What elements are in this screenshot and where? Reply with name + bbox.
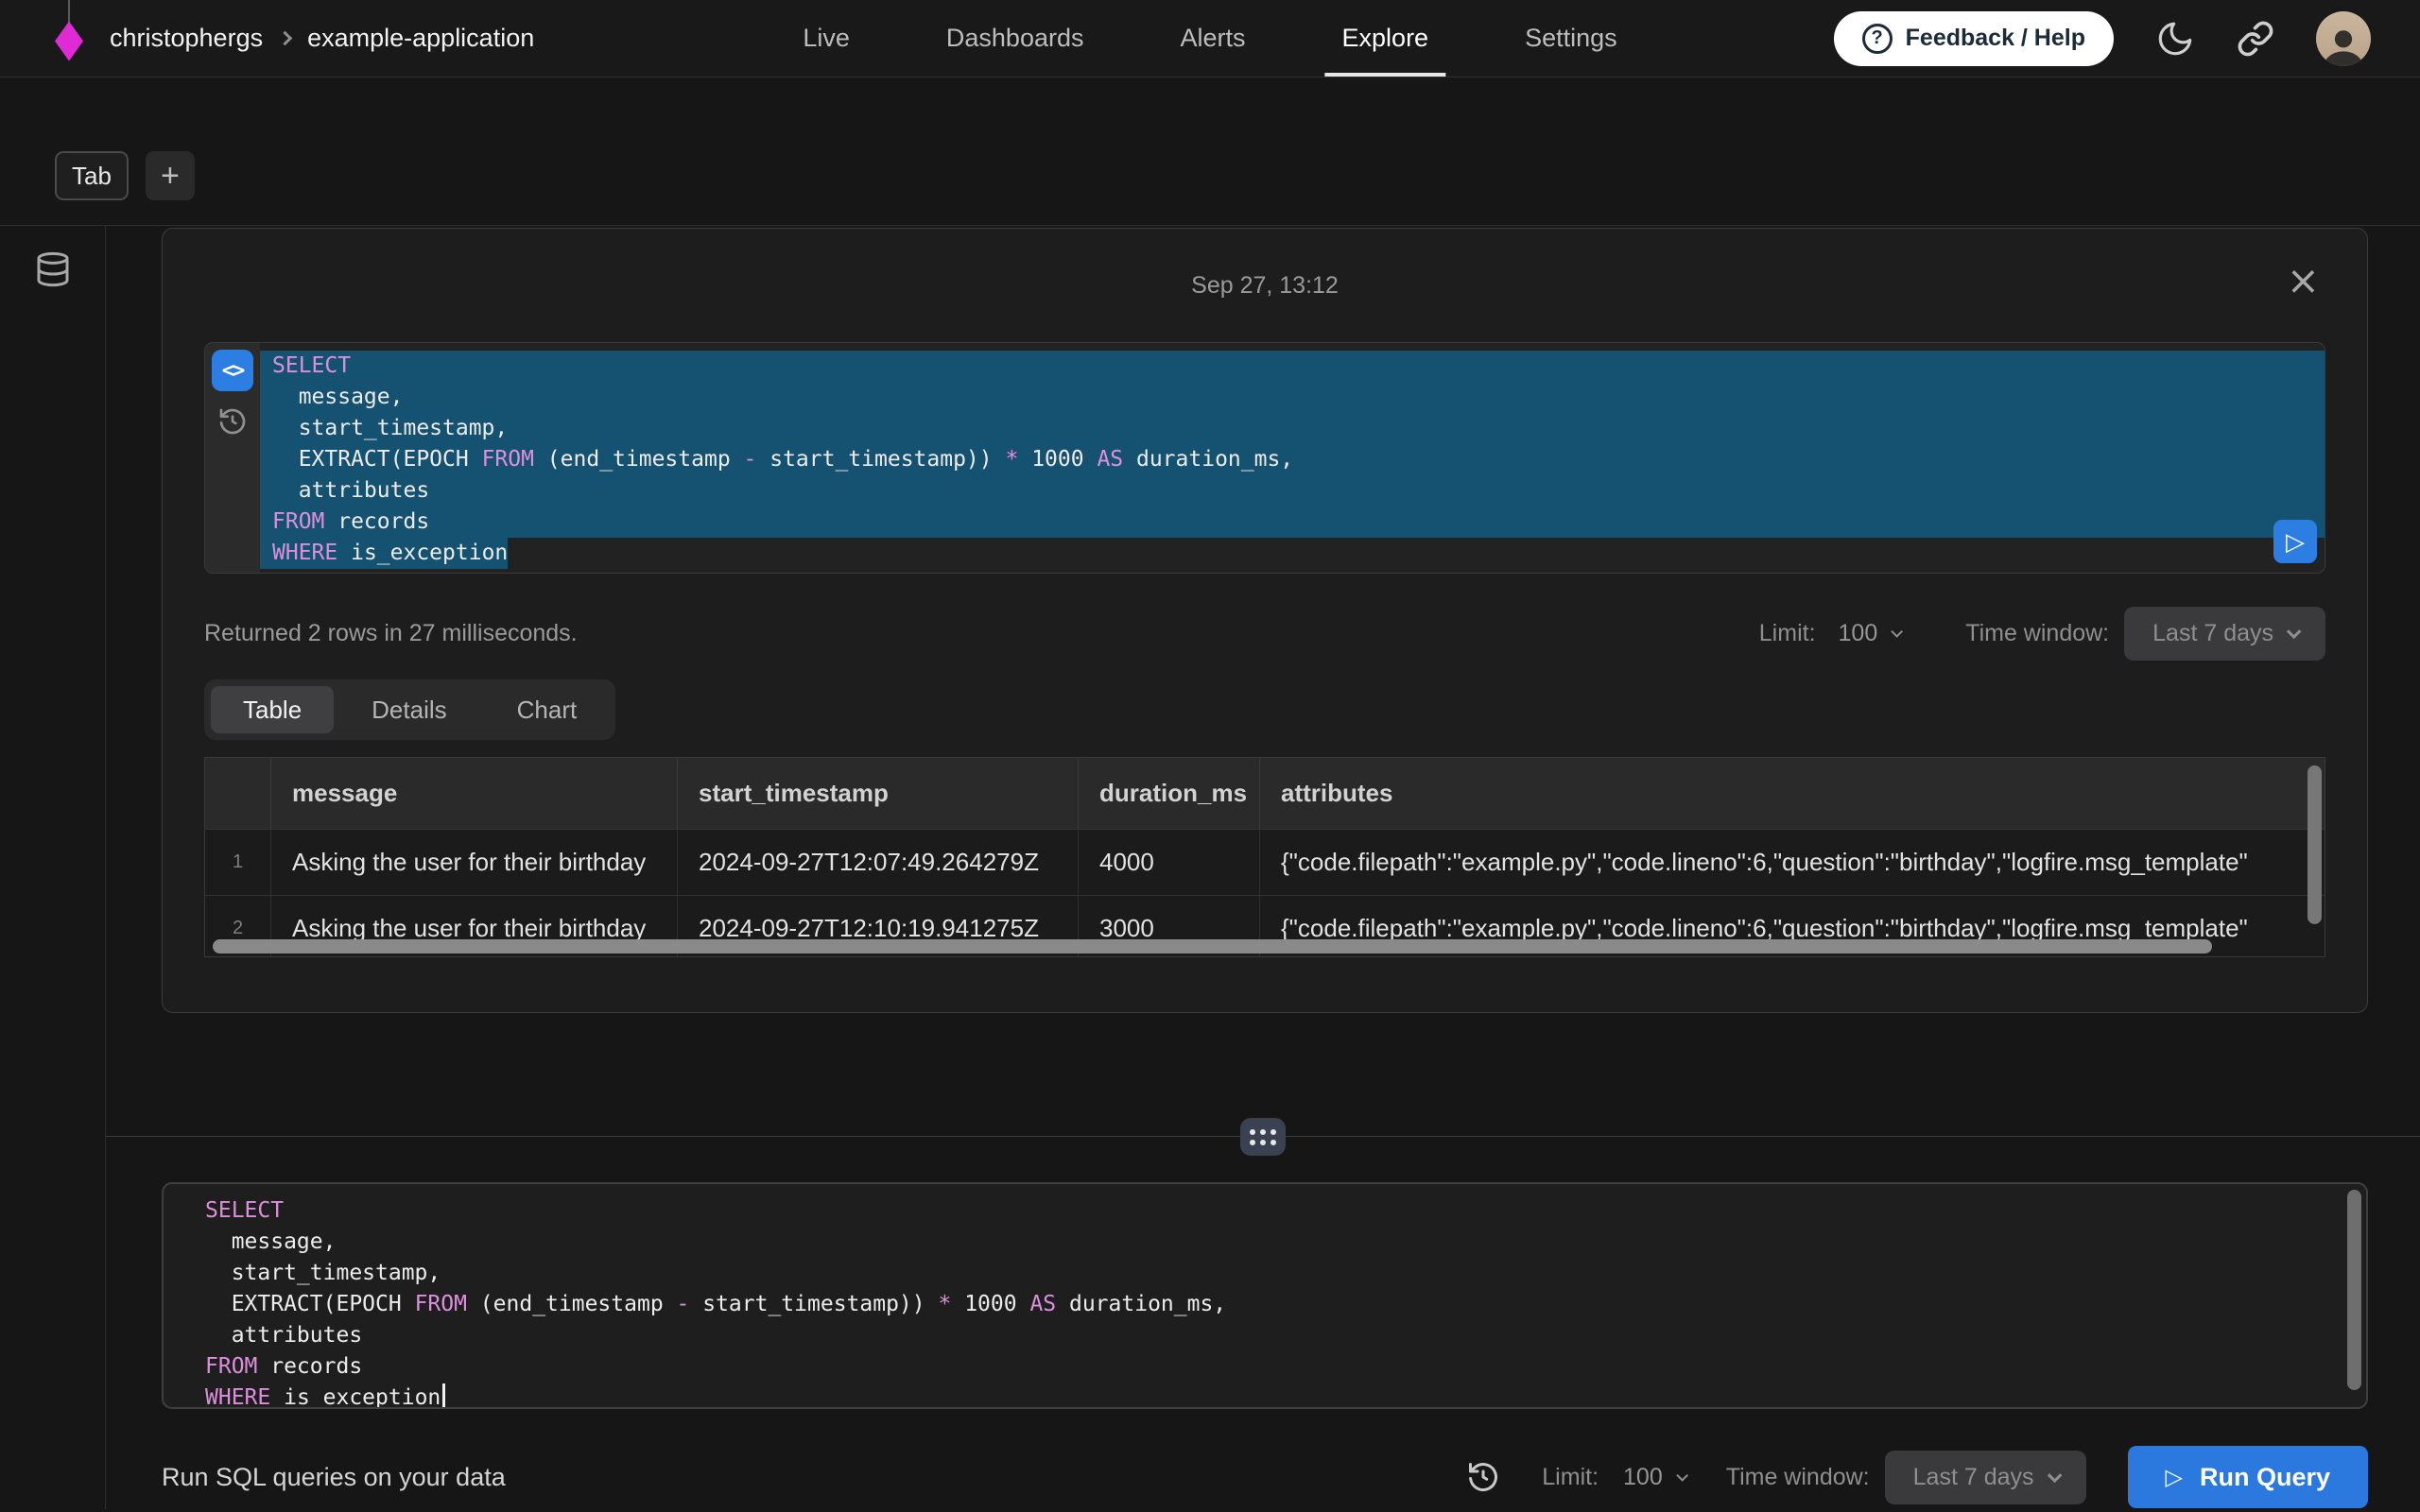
time-window-dropdown[interactable]: Last 7 days — [1885, 1451, 2086, 1504]
schema-browser-button[interactable] — [34, 249, 72, 293]
question-circle-icon: ? — [1862, 24, 1893, 54]
column-header-attributes: attributes — [1260, 758, 2325, 829]
main-nav-menu: Live Dashboards Alerts Explore Settings — [797, 0, 1622, 77]
time-window-label: Time window: — [1965, 620, 2109, 647]
query-history-card: Sep 27, 13:12 × <> SELECT message, start… — [162, 228, 2368, 1013]
run-query-button[interactable]: ▷ Run Query — [2128, 1446, 2369, 1508]
breadcrumb-org[interactable]: christophergs — [110, 24, 263, 53]
moon-icon — [2155, 19, 2195, 59]
nav-item-dashboards[interactable]: Dashboards — [941, 0, 1090, 77]
close-icon[interactable]: × — [2287, 261, 2320, 301]
play-icon: ▷ — [2286, 527, 2305, 557]
limit-dropdown[interactable]: 100 — [1623, 1464, 1685, 1491]
text-cursor — [442, 1383, 445, 1408]
chevron-down-icon — [2047, 1468, 2062, 1483]
share-link-button[interactable] — [2237, 20, 2274, 58]
editor-gutter: <> — [205, 343, 260, 573]
tab-table[interactable]: Table — [211, 686, 334, 733]
query-history-button[interactable] — [1466, 1460, 1500, 1494]
limit-dropdown[interactable]: 100 — [1839, 620, 1900, 647]
resize-handle-icon[interactable] — [1240, 1118, 1286, 1156]
history-icon — [1466, 1460, 1500, 1494]
column-header-start-timestamp: start_timestamp — [678, 758, 1079, 829]
history-icon[interactable] — [217, 406, 248, 439]
database-icon — [34, 249, 72, 290]
explore-main: Sep 27, 13:12 × <> SELECT message, start… — [106, 226, 2420, 1509]
horizontal-scrollbar[interactable] — [213, 939, 2212, 954]
query-tab-bar: Tab + — [0, 77, 2420, 200]
time-window-label: Time window: — [1726, 1464, 1870, 1491]
tab-details[interactable]: Details — [339, 686, 478, 733]
footer-hint: Run SQL queries on your data — [162, 1463, 506, 1492]
run-history-query-button[interactable]: ▷ — [2273, 520, 2317, 563]
user-avatar[interactable] — [2316, 11, 2371, 66]
nav-item-live[interactable]: Live — [797, 0, 856, 77]
history-sql-code: SELECT message, start_timestamp, EXTRACT… — [260, 343, 2325, 573]
code-icon[interactable]: <> — [212, 350, 253, 391]
vertical-scrollbar[interactable] — [2308, 765, 2322, 924]
feedback-help-label: Feedback / Help — [1906, 25, 2085, 52]
table-row[interactable]: 1 Asking the user for their birthday 202… — [205, 829, 2325, 895]
nav-item-alerts[interactable]: Alerts — [1174, 0, 1251, 77]
query-tab[interactable]: Tab — [55, 151, 129, 200]
history-timestamp: Sep 27, 13:12 — [1191, 272, 1339, 300]
chevron-down-icon — [1891, 626, 1903, 638]
logfire-logo-icon — [53, 16, 85, 61]
breadcrumb-separator-icon — [278, 31, 293, 46]
column-header-duration-ms: duration_ms — [1079, 758, 1260, 829]
history-sql-editor[interactable]: <> SELECT message, start_timestamp, EXTR… — [204, 342, 2325, 574]
column-header-message: message — [271, 758, 678, 829]
top-nav: christophergs example-application Live D… — [0, 0, 2420, 77]
chevron-down-icon — [2287, 624, 2302, 639]
link-icon — [2237, 20, 2274, 58]
result-summary: Returned 2 rows in 27 milliseconds. — [204, 620, 578, 647]
results-table-header: message start_timestamp duration_ms attr… — [205, 758, 2325, 829]
tab-chart[interactable]: Chart — [485, 686, 610, 733]
left-sidebar — [0, 226, 106, 1509]
sql-query-editor[interactable]: SELECT message, start_timestamp, EXTRACT… — [162, 1182, 2368, 1409]
time-window-dropdown[interactable]: Last 7 days — [2124, 607, 2325, 661]
play-icon: ▷ — [2166, 1464, 2183, 1491]
limit-label: Limit: — [1759, 620, 1816, 647]
nav-item-explore[interactable]: Explore — [1337, 0, 1435, 77]
dark-mode-toggle[interactable] — [2155, 19, 2195, 59]
row-number-header — [205, 758, 271, 829]
breadcrumb-project[interactable]: example-application — [307, 24, 534, 53]
editor-vertical-scrollbar[interactable] — [2347, 1190, 2361, 1390]
chevron-down-icon — [1676, 1469, 1688, 1482]
add-tab-button[interactable]: + — [146, 151, 195, 200]
results-table: message start_timestamp duration_ms attr… — [204, 757, 2325, 957]
nav-item-settings[interactable]: Settings — [1519, 0, 1623, 77]
person-silhouette-icon — [2319, 25, 2368, 66]
feedback-help-button[interactable]: ? Feedback / Help — [1834, 11, 2114, 66]
query-footer-bar: Run SQL queries on your data Limit: 100 … — [162, 1436, 2368, 1512]
result-view-tabs: Table Details Chart — [204, 679, 615, 740]
breadcrumb: christophergs example-application — [53, 16, 534, 61]
limit-label: Limit: — [1542, 1464, 1599, 1491]
